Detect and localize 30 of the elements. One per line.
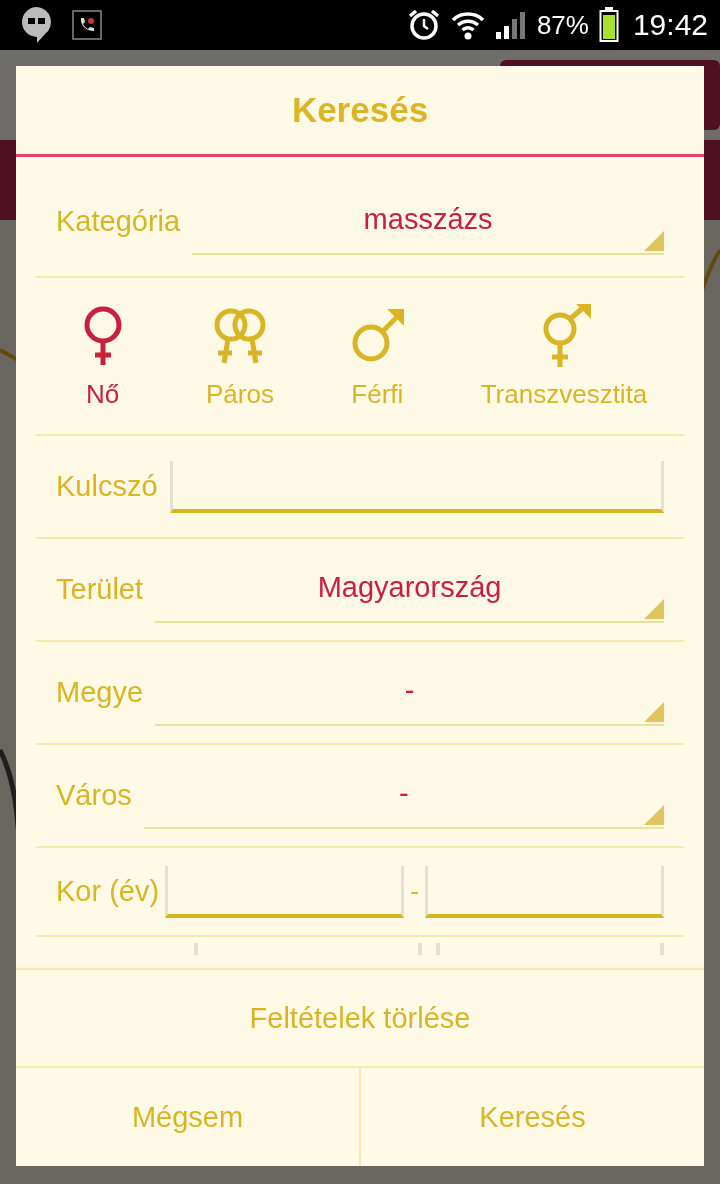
category-dropdown[interactable]: masszázs: [192, 202, 664, 255]
gender-option[interactable]: Nő: [68, 294, 137, 418]
keyword-label: Kulcszó: [56, 470, 158, 503]
clear-filters-button[interactable]: Feltételek törlése: [16, 968, 704, 1068]
gender-option[interactable]: Páros: [202, 294, 278, 418]
battery-icon: [598, 7, 619, 43]
battery-percent: 87%: [536, 9, 589, 41]
dropdown-label: Város: [56, 779, 132, 812]
gender-option[interactable]: Férfi: [343, 294, 412, 418]
weight-max-field[interactable]: [436, 943, 664, 955]
dialog-title: Keresés: [16, 66, 704, 157]
age-label: Kor (év): [56, 875, 160, 908]
chat-bubble-icon: [20, 5, 54, 45]
age-min-field[interactable]: [165, 865, 405, 918]
age-max-field[interactable]: [424, 865, 664, 918]
dropdown[interactable]: -: [143, 776, 664, 829]
keyword-field[interactable]: [169, 460, 664, 513]
range-separator: -: [410, 876, 419, 907]
weight-min-field[interactable]: [194, 943, 422, 955]
dropdown[interactable]: -: [155, 673, 664, 726]
clock-time: 19:42: [632, 8, 708, 42]
gender-option[interactable]: Transzvesztita: [476, 294, 652, 418]
dropdown-label: Terület: [56, 573, 144, 606]
missed-call-icon: [72, 10, 102, 40]
category-label: Kategória: [56, 205, 181, 238]
dropdown[interactable]: Magyarország: [155, 570, 664, 623]
dropdown-label: Megye: [56, 676, 144, 709]
signal-icon: [494, 10, 527, 40]
alarm-clock-icon: [406, 8, 441, 42]
wifi-icon: [450, 10, 485, 40]
